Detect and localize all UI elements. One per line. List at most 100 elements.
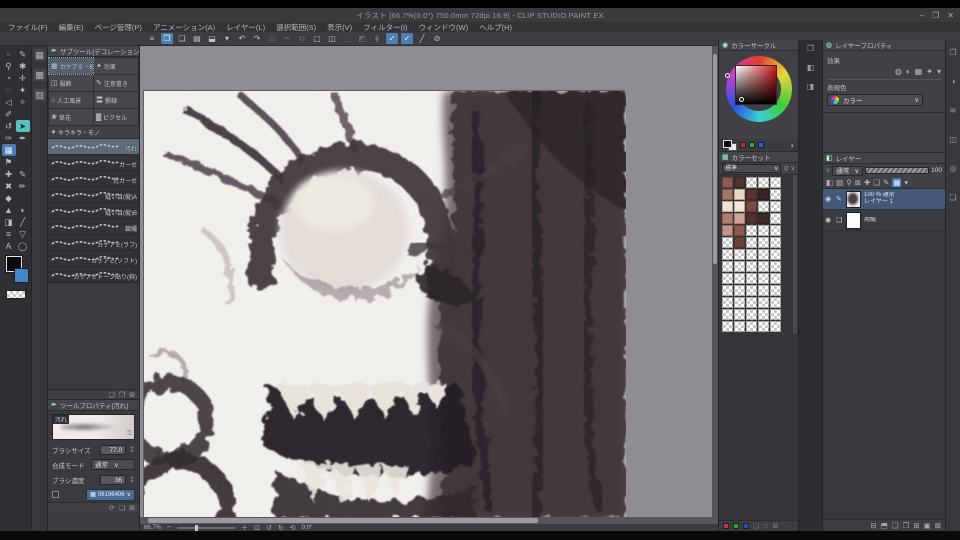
color-swatch[interactable] [722, 297, 733, 308]
paper-texture-chip[interactable]: ▦ 06196406 ∨ [86, 488, 135, 501]
color-swatch[interactable] [758, 237, 769, 248]
color-swatch[interactable] [734, 201, 745, 212]
tool-icon[interactable]: ≡ [2, 228, 16, 240]
tool-icon[interactable]: ✑ [2, 132, 16, 144]
texture-checkbox[interactable] [52, 491, 59, 498]
tool-icon[interactable]: ✏ [16, 180, 30, 192]
tool-icon[interactable]: ✚ [2, 168, 16, 180]
color-swatch[interactable] [770, 249, 781, 260]
color-swatch[interactable] [770, 213, 781, 224]
color-chip[interactable] [758, 142, 764, 148]
color-swatch[interactable] [734, 213, 745, 224]
command-bar-icon[interactable]: ≡ [146, 33, 158, 44]
color-swatch[interactable] [770, 297, 781, 308]
sv-marker[interactable] [739, 97, 744, 102]
reset-icon[interactable]: ⟳ [109, 504, 115, 512]
menu-item[interactable]: ヘルプ(H) [479, 22, 512, 33]
color-swatch[interactable] [758, 189, 769, 200]
subtool-category[interactable]: 〓 罫線 [94, 92, 138, 108]
brush-item[interactable]: 鎖縄 [48, 219, 139, 235]
color-swatch[interactable] [758, 177, 769, 188]
color-swatch[interactable] [758, 321, 769, 332]
layer-thumbnail[interactable] [846, 190, 861, 208]
register-icon[interactable]: ❏ [119, 504, 125, 512]
color-swatch[interactable] [758, 213, 769, 224]
command-bar-icon[interactable]: ⊘ [431, 33, 443, 44]
tool-icon[interactable]: ✱ [16, 60, 30, 72]
color-swatch[interactable] [734, 309, 745, 320]
blue-indicator[interactable] [743, 523, 749, 529]
zoom-slider[interactable] [177, 524, 236, 531]
subview-icon[interactable]: ❐ [807, 44, 814, 53]
menu-item[interactable]: アニメーション(A) [153, 22, 215, 33]
command-bar-icon[interactable]: ↷ [251, 33, 263, 44]
color-swatch[interactable] [770, 177, 781, 188]
color-swatch[interactable] [758, 249, 769, 260]
layer-footer-icon[interactable]: ⬒ [881, 521, 888, 530]
layer-footer-icon[interactable]: ⊟ [870, 521, 876, 530]
color-swatch[interactable] [734, 297, 745, 308]
tool-icon[interactable]: ▦ [1, 144, 16, 156]
effect-icon[interactable]: ◐ [906, 67, 911, 76]
tool-icon[interactable]: ✒ [16, 132, 30, 144]
color-swatch[interactable] [734, 249, 745, 260]
canvas-document[interactable] [140, 90, 626, 524]
tool-icon[interactable]: ▽ [16, 228, 30, 240]
pattern-brush-icon[interactable]: ▩ [33, 69, 46, 81]
tool-icon[interactable]: ⚑ [2, 156, 16, 168]
color-swatch[interactable] [734, 225, 745, 236]
color-swatch[interactable] [722, 309, 733, 320]
subtool-category[interactable]: ◫ 服飾 [49, 75, 93, 91]
menu-item[interactable]: 選択範囲(S) [276, 22, 316, 33]
red-indicator[interactable] [723, 523, 729, 529]
command-bar-icon[interactable]: ✂ [281, 33, 293, 44]
effect-icon[interactable]: ✦ [926, 67, 933, 76]
layer-toolbar-icon[interactable]: ⚲ [846, 178, 852, 187]
color-swatch[interactable] [770, 321, 781, 332]
menu-item[interactable]: レイヤー(L) [226, 22, 265, 33]
effect-icon[interactable]: ▦ [915, 67, 923, 76]
layer-toolbar-icon[interactable]: ✚ [864, 178, 870, 187]
tool-icon[interactable]: ➤ [15, 120, 30, 132]
color-swatch[interactable] [734, 189, 745, 200]
brush-item[interactable]: カケアミ(ソフト) [48, 251, 139, 267]
layer-toolbar-icon[interactable]: ▾ [904, 178, 908, 187]
palette-tab-icon[interactable]: ◑ [951, 77, 956, 86]
tool-icon[interactable]: ╱ [16, 216, 30, 228]
command-bar-icon[interactable]: ⧫ [371, 33, 383, 44]
tool-icon[interactable]: ↺ [2, 120, 16, 132]
command-bar-icon[interactable]: ✓ [401, 33, 413, 44]
subtool-category[interactable]: ▓ ピクセル [94, 109, 138, 125]
color-swatch[interactable] [770, 189, 781, 200]
layer-toolbar-icon[interactable]: ✎ [883, 178, 889, 187]
color-swatch[interactable] [758, 273, 769, 284]
layer-footer-icon[interactable]: ❏ [892, 521, 899, 530]
color-circle-header[interactable]: ◉ カラーサークル [719, 40, 798, 51]
minimize-button[interactable]: – [920, 11, 924, 20]
replace-swatch-icon[interactable]: ◇ [763, 522, 768, 530]
color-swatch[interactable] [746, 249, 757, 260]
sub-color-swatch[interactable] [14, 268, 29, 283]
color-swatch[interactable] [722, 249, 733, 260]
subtool-category[interactable]: ❀ 草花 [49, 109, 93, 125]
color-chip[interactable] [749, 142, 755, 148]
green-indicator[interactable] [733, 523, 739, 529]
color-swatch[interactable] [746, 189, 757, 200]
color-swatch[interactable] [746, 225, 757, 236]
color-swatch[interactable] [770, 273, 781, 284]
command-bar-icon[interactable]: ⬓ [206, 33, 218, 44]
close-button[interactable]: ✕ [947, 11, 954, 20]
brush-item[interactable]: 縫い目(縦)B [48, 203, 139, 219]
add-subtool-icon[interactable]: ❏ [109, 391, 115, 399]
tool-icon[interactable] [16, 156, 30, 168]
color-swatch[interactable] [746, 261, 757, 272]
command-bar-icon[interactable]: ╱ [416, 33, 428, 44]
visibility-eye-icon[interactable]: ◉ [825, 216, 833, 224]
palette-tab-icon[interactable]: ≋ [950, 106, 957, 115]
color-swatch[interactable] [722, 273, 733, 284]
palette-tab-icon[interactable]: ❏ [949, 193, 956, 202]
brush-size-dynamics-icon[interactable]: ↧ [129, 446, 135, 454]
tool-icon[interactable]: ◨ [2, 216, 16, 228]
tool-icon[interactable]: ⚲ [2, 60, 16, 72]
color-swatch[interactable] [734, 285, 745, 296]
